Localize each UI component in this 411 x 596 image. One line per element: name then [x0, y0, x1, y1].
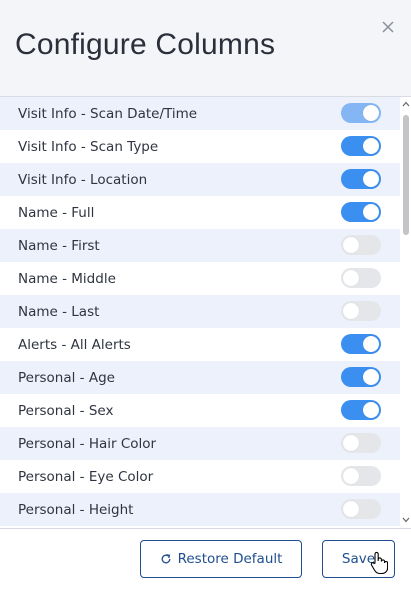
column-row: Name - Full	[0, 196, 400, 229]
column-toggle[interactable]	[341, 202, 381, 222]
scrollbar[interactable]	[400, 97, 411, 528]
save-label: Save	[341, 551, 376, 567]
column-toggle[interactable]	[341, 301, 381, 321]
column-label: Name - First	[18, 237, 100, 254]
column-row: Personal - Age	[0, 361, 400, 394]
toggle-knob	[363, 171, 379, 187]
column-label: Name - Full	[18, 204, 95, 221]
toggle-knob	[343, 270, 359, 286]
column-row: Personal - Sex	[0, 394, 400, 427]
column-toggle[interactable]	[341, 334, 381, 354]
toggle-knob	[363, 369, 379, 385]
save-button[interactable]: Save	[322, 540, 395, 578]
refresh-icon	[160, 553, 172, 565]
column-toggle[interactable]	[341, 136, 381, 156]
toggle-knob	[343, 435, 359, 451]
column-toggle[interactable]	[341, 235, 381, 255]
toggle-knob	[363, 336, 379, 352]
column-toggle[interactable]	[341, 466, 381, 486]
dialog-header: Configure Columns	[0, 0, 411, 97]
column-row: Alerts - All Alerts	[0, 328, 400, 361]
column-label: Personal - Sex	[18, 402, 114, 419]
column-row: Name - First	[0, 229, 400, 262]
column-toggle[interactable]	[341, 367, 381, 387]
column-row: Visit Info - Location	[0, 163, 400, 196]
toggle-knob	[363, 138, 379, 154]
column-toggle[interactable]	[341, 268, 381, 288]
column-label: Name - Last	[18, 303, 100, 320]
toggle-knob	[343, 303, 359, 319]
column-row: Visit Info - Scan Date/Time	[0, 97, 400, 130]
scroll-down-icon[interactable]	[402, 517, 410, 523]
column-label: Alerts - All Alerts	[18, 336, 131, 353]
column-toggle[interactable]	[341, 499, 381, 519]
column-label: Personal - Eye Color	[18, 468, 154, 485]
column-label: Name - Middle	[18, 270, 116, 287]
toggle-knob	[363, 105, 379, 121]
toggle-knob	[343, 501, 359, 517]
column-row: Name - Middle	[0, 262, 400, 295]
column-toggle[interactable]	[341, 433, 381, 453]
column-toggle	[341, 103, 381, 123]
column-row: Personal - Height	[0, 493, 400, 526]
restore-default-label: Restore Default	[177, 551, 283, 567]
column-label: Personal - Hair Color	[18, 435, 157, 452]
close-icon[interactable]	[380, 19, 396, 35]
dialog-footer: Restore Default Save	[0, 528, 411, 596]
column-row: Visit Info - Scan Type	[0, 130, 400, 163]
scroll-up-icon[interactable]	[402, 101, 410, 107]
toggle-knob	[363, 402, 379, 418]
column-row: Personal - Eye Color	[0, 460, 400, 493]
dialog-title: Configure Columns	[15, 28, 276, 61]
column-toggle[interactable]	[341, 169, 381, 189]
column-label: Personal - Height	[18, 501, 134, 518]
restore-default-button[interactable]: Restore Default	[140, 540, 302, 578]
column-label: Visit Info - Scan Type	[18, 138, 159, 155]
column-label: Visit Info - Location	[18, 171, 148, 188]
column-label: Personal - Age	[18, 369, 115, 386]
toggle-knob	[363, 204, 379, 220]
column-row: Name - Last	[0, 295, 400, 328]
toggle-knob	[343, 468, 359, 484]
scrollbar-thumb[interactable]	[403, 115, 409, 235]
column-row: Personal - Hair Color	[0, 427, 400, 460]
toggle-knob	[343, 237, 359, 253]
column-toggle[interactable]	[341, 400, 381, 420]
column-label: Visit Info - Scan Date/Time	[18, 105, 198, 122]
column-list: Visit Info - Scan Date/Time Visit Info - …	[0, 97, 400, 528]
